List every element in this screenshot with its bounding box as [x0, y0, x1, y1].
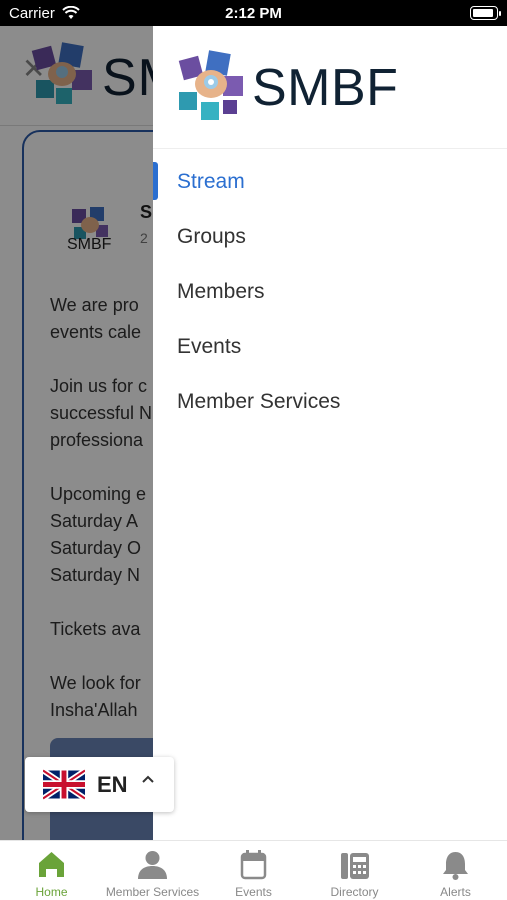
menu-item-member-services[interactable]: Member Services: [153, 376, 507, 431]
tab-label: Alerts: [440, 885, 471, 899]
bottom-tab-bar: Home Member Services Events Directory Al…: [0, 840, 507, 900]
tab-label: Home: [35, 885, 68, 899]
person-icon: [138, 851, 167, 879]
drawer-menu: Stream Groups Members Events Member Serv…: [153, 156, 507, 431]
menu-item-events[interactable]: Events: [153, 321, 507, 376]
drawer-logo-text: SMBF: [252, 59, 399, 117]
tab-label: Events: [235, 885, 272, 899]
tab-events[interactable]: Events: [203, 841, 304, 900]
language-code: EN: [97, 772, 128, 797]
navigation-drawer: SMBF Stream Groups Members Events Member…: [153, 26, 507, 840]
directory-icon: [341, 853, 369, 879]
tab-member-services[interactable]: Member Services: [102, 841, 203, 900]
uk-flag-icon: [43, 769, 85, 800]
status-time: 2:12 PM: [225, 5, 282, 22]
tab-directory[interactable]: Directory: [304, 841, 405, 900]
battery-icon: [470, 6, 501, 20]
smbf-logo-icon: [178, 50, 243, 120]
calendar-icon: [240, 850, 267, 880]
drawer-header: SMBF: [153, 26, 507, 149]
bell-icon: [443, 852, 468, 880]
language-selector[interactable]: EN: [25, 757, 174, 812]
home-icon: [39, 852, 64, 877]
menu-item-label: Stream: [177, 170, 245, 193]
tab-alerts[interactable]: Alerts: [405, 841, 506, 900]
menu-item-label: Events: [177, 335, 242, 358]
menu-item-members[interactable]: Members: [153, 266, 507, 321]
menu-item-label: Members: [177, 280, 265, 303]
menu-item-groups[interactable]: Groups: [153, 211, 507, 266]
tab-home[interactable]: Home: [1, 841, 102, 900]
menu-item-label: Member Services: [177, 390, 341, 413]
menu-item-stream[interactable]: Stream: [153, 156, 507, 211]
tab-label: Directory: [330, 885, 379, 899]
chevron-up-icon: [142, 775, 154, 783]
tab-label: Member Services: [105, 885, 200, 899]
menu-item-label: Groups: [177, 225, 246, 248]
status-bar: Carrier 2:12 PM: [0, 0, 507, 26]
